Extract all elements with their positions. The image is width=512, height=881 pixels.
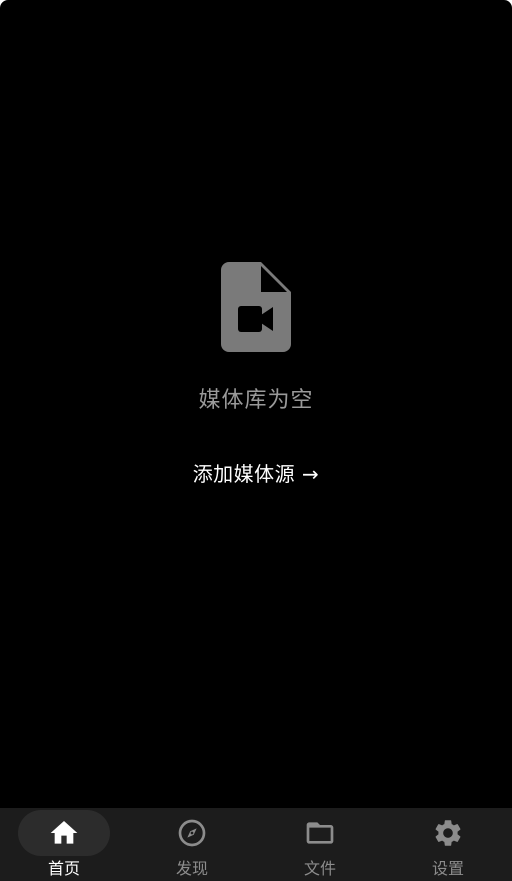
nav-item-discover[interactable]: 发现: [128, 808, 256, 881]
video-file-icon: [221, 262, 291, 352]
nav-icon-container: [274, 810, 366, 856]
app-screen: 媒体库为空 添加媒体源 → 首页 发现 文件 设置: [0, 0, 512, 881]
nav-active-indicator: [18, 810, 110, 856]
gear-icon: [435, 820, 461, 846]
nav-icon-container: [146, 810, 238, 856]
nav-item-files[interactable]: 文件: [256, 808, 384, 881]
nav-label-settings: 设置: [431, 859, 464, 878]
empty-state: 媒体库为空 添加媒体源 →: [0, 262, 512, 488]
nav-label-home: 首页: [47, 859, 80, 878]
add-media-source-link[interactable]: 添加媒体源 →: [193, 460, 320, 488]
bottom-navigation: 首页 发现 文件 设置: [0, 808, 512, 881]
home-icon: [50, 821, 78, 844]
nav-label-files: 文件: [303, 859, 336, 878]
nav-item-settings[interactable]: 设置: [384, 808, 512, 881]
folder-icon: [306, 822, 334, 844]
nav-icon-container: [402, 810, 494, 856]
empty-library-title: 媒体库为空: [198, 388, 314, 413]
nav-label-discover: 发现: [175, 859, 208, 878]
nav-item-home[interactable]: 首页: [0, 808, 128, 881]
compass-icon: [178, 819, 206, 847]
